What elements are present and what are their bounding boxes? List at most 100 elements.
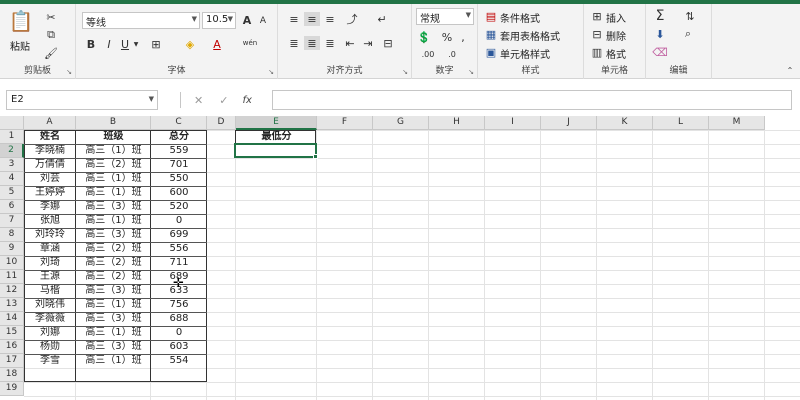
insert-icon[interactable]: ⊞ [590,9,604,23]
clipboard-launcher-icon[interactable]: ↘ [66,68,72,76]
table-cell[interactable]: 李薇薇 [24,312,76,326]
format-button[interactable]: 格式 [606,46,626,61]
row-header-7[interactable]: 7 [0,214,24,228]
align-left-icon[interactable]: ≣ [286,36,302,50]
table-cell[interactable]: 高三（2）班 [76,158,151,172]
percent-icon[interactable]: % [440,30,454,44]
table-cell[interactable]: 李晓楠 [24,144,76,158]
table-cell[interactable]: 高三（1）班 [76,214,151,228]
table-cell[interactable]: 756 [151,298,207,312]
delete-button[interactable]: 删除 [606,28,626,43]
table-cell[interactable]: 刘琦 [24,256,76,270]
increase-decimal-icon[interactable]: .00 [418,48,438,60]
font-name-combo[interactable]: 等线 ▼ [82,12,200,29]
paste-icon[interactable]: 📋 [8,8,34,34]
cut-icon[interactable]: ✂ [44,10,58,24]
table-cell[interactable]: 高三（3）班 [76,340,151,354]
table-cell[interactable]: 688 [151,312,207,326]
table-cell[interactable]: 高三（2）班 [76,270,151,284]
table-cell[interactable]: 高三（1）班 [76,298,151,312]
font-color-icon[interactable]: A [210,37,224,51]
orientation-icon[interactable]: ⤴ [342,12,362,26]
row-header-17[interactable]: 17 [0,354,24,368]
table-cell[interactable]: 高三（2）班 [76,256,151,270]
row-header-15[interactable]: 15 [0,326,24,340]
row-header-13[interactable]: 13 [0,298,24,312]
column-header-m[interactable]: M [709,116,765,130]
table-cell[interactable]: 高三（1）班 [76,186,151,200]
fill-icon[interactable]: ⬇ [652,27,668,41]
comma-icon[interactable]: , [456,30,470,44]
align-top-icon[interactable]: ≡ [286,12,302,26]
table-cell[interactable]: 李雪 [24,354,76,368]
bold-button[interactable]: B [84,37,98,51]
table-cell[interactable]: 0 [151,326,207,340]
merge-center-icon[interactable]: ⊟ [378,36,398,50]
row-header-8[interactable]: 8 [0,228,24,242]
column-header-e[interactable]: E [236,116,317,130]
table-cell[interactable]: 高三（1）班 [76,144,151,158]
column-header-d[interactable]: D [207,116,236,130]
min-score-header[interactable]: 最低分 [236,130,317,144]
cell-styles-icon[interactable]: ▣ [484,45,498,59]
border-icon[interactable]: ⊞ [148,37,164,51]
grow-font-icon[interactable]: A [240,13,254,27]
row-header-11[interactable]: 11 [0,270,24,284]
name-box[interactable]: E2 ▼ [6,90,158,110]
column-header-g[interactable]: G [373,116,429,130]
table-cell[interactable]: 王源 [24,270,76,284]
column-header-a[interactable]: A [24,116,76,130]
table-cell[interactable]: 高三（3）班 [76,228,151,242]
autosum-icon[interactable]: Σ [652,8,668,24]
fill-handle[interactable] [313,154,318,159]
row-header-3[interactable]: 3 [0,158,24,172]
table-cell[interactable]: 600 [151,186,207,200]
clear-icon[interactable]: ⌫ [652,45,668,59]
format-painter-icon[interactable]: 🖌 [44,46,58,60]
fill-color-icon[interactable]: ◈ [182,37,198,51]
number-format-combo[interactable]: 常规 ▼ [416,8,474,25]
number-launcher-icon[interactable]: ↘ [468,68,474,76]
table-cell[interactable]: 张旭 [24,214,76,228]
font-size-combo[interactable]: 10.5 ▼ [202,12,236,29]
table-cell[interactable]: 马楷 [24,284,76,298]
row-header-1[interactable]: 1 [0,130,24,144]
table-cell[interactable]: 高三（1）班 [76,326,151,340]
align-center-icon[interactable]: ≣ [304,36,320,50]
align-right-icon[interactable]: ≣ [322,36,338,50]
table-cell[interactable]: 711 [151,256,207,270]
column-header-f[interactable]: F [317,116,373,130]
column-header-b[interactable]: B [76,116,151,130]
delete-icon[interactable]: ⊟ [590,27,604,41]
shrink-font-icon[interactable]: A [256,14,270,28]
table-cell[interactable]: 王婷婷 [24,186,76,200]
column-header-k[interactable]: K [597,116,653,130]
table-cell[interactable]: 章涵 [24,242,76,256]
row-header-12[interactable]: 12 [0,284,24,298]
row-header-18[interactable]: 18 [0,368,24,382]
table-cell[interactable]: 520 [151,200,207,214]
underline-button[interactable]: U [118,37,132,51]
find-select-icon[interactable]: ⌕ [680,27,696,41]
copy-icon[interactable]: ⧉ [44,28,58,42]
row-header-6[interactable]: 6 [0,200,24,214]
paste-button[interactable]: 粘贴 [10,38,30,53]
table-cell[interactable]: 603 [151,340,207,354]
row-header-5[interactable]: 5 [0,186,24,200]
table-cell[interactable]: 550 [151,172,207,186]
table-cell[interactable]: 万倩倩 [24,158,76,172]
table-cell[interactable]: 刘芸 [24,172,76,186]
column-header-h[interactable]: H [429,116,485,130]
row-header-2[interactable]: 2 [0,144,24,158]
align-middle-icon[interactable]: ≡ [304,12,320,26]
accounting-icon[interactable]: 💲 [416,30,432,44]
align-bottom-icon[interactable]: ≡ [322,12,338,26]
chevron-down-icon[interactable]: ▼ [132,39,140,49]
row-header-4[interactable]: 4 [0,172,24,186]
formula-input[interactable] [272,90,792,110]
conditional-format-icon[interactable]: ▤ [484,9,498,23]
wrap-text-icon[interactable]: ↵ [374,12,390,26]
table-cell[interactable]: 李娜 [24,200,76,214]
table-cell[interactable]: 559 [151,144,207,158]
table-cell[interactable]: 杨勋 [24,340,76,354]
